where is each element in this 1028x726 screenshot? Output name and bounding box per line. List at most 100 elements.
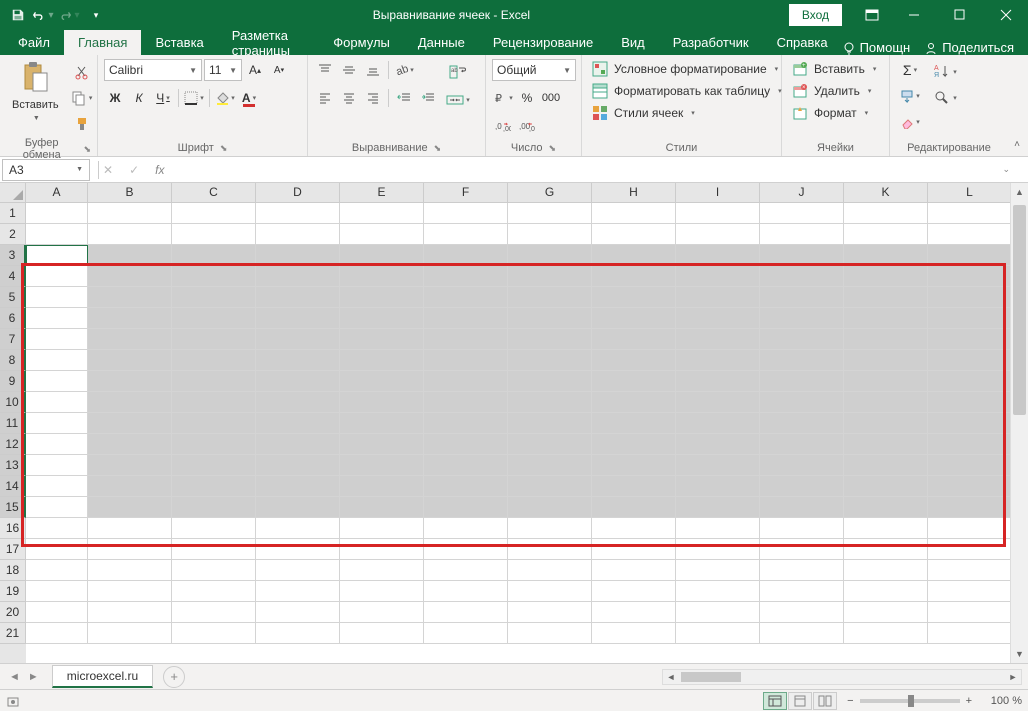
cell[interactable] xyxy=(676,413,760,434)
cell[interactable] xyxy=(340,392,424,413)
cell[interactable] xyxy=(340,350,424,371)
cell[interactable] xyxy=(172,350,256,371)
cell[interactable] xyxy=(592,392,676,413)
fill-color-button[interactable]: ▾ xyxy=(214,87,236,109)
align-middle-button[interactable] xyxy=(338,59,360,81)
cell[interactable] xyxy=(172,413,256,434)
paste-button[interactable]: Вставить ▼ xyxy=(6,59,65,124)
scroll-right-icon[interactable]: ► xyxy=(1005,670,1021,684)
cell[interactable] xyxy=(592,560,676,581)
scroll-thumb-horizontal[interactable] xyxy=(681,672,741,682)
tab-insert[interactable]: Вставка xyxy=(141,30,217,55)
cell[interactable] xyxy=(172,539,256,560)
cell[interactable] xyxy=(592,518,676,539)
cell[interactable] xyxy=(844,203,928,224)
fill-button[interactable]: ▾ xyxy=(896,85,924,107)
cell[interactable] xyxy=(340,329,424,350)
cell[interactable] xyxy=(340,308,424,329)
cell[interactable] xyxy=(592,350,676,371)
cell[interactable] xyxy=(760,350,844,371)
cell[interactable] xyxy=(26,476,88,497)
cell[interactable] xyxy=(424,497,508,518)
cell[interactable] xyxy=(928,560,1012,581)
cell[interactable] xyxy=(676,434,760,455)
cell[interactable] xyxy=(676,623,760,644)
cell[interactable] xyxy=(844,392,928,413)
tab-formulas[interactable]: Формулы xyxy=(319,30,404,55)
cell[interactable] xyxy=(340,518,424,539)
select-all-button[interactable] xyxy=(0,183,26,203)
cell[interactable] xyxy=(424,371,508,392)
cell[interactable] xyxy=(256,455,340,476)
cell[interactable] xyxy=(508,413,592,434)
tab-help[interactable]: Справка xyxy=(763,30,842,55)
cell[interactable] xyxy=(676,224,760,245)
accounting-format-button[interactable]: ₽▾ xyxy=(492,87,514,109)
vertical-scrollbar[interactable]: ▲ ▼ xyxy=(1010,183,1028,663)
cell[interactable] xyxy=(592,413,676,434)
cell[interactable] xyxy=(760,371,844,392)
horizontal-scrollbar[interactable]: ◄ ► xyxy=(662,669,1022,685)
cell[interactable] xyxy=(256,497,340,518)
page-break-view-button[interactable] xyxy=(813,692,837,710)
tab-developer[interactable]: Разработчик xyxy=(659,30,763,55)
cell[interactable] xyxy=(26,266,88,287)
normal-view-button[interactable] xyxy=(763,692,787,710)
cell[interactable] xyxy=(26,602,88,623)
cell[interactable] xyxy=(760,203,844,224)
cell[interactable] xyxy=(88,581,172,602)
decrease-font-button[interactable]: A▾ xyxy=(268,59,290,81)
cell[interactable] xyxy=(676,203,760,224)
cell[interactable] xyxy=(424,308,508,329)
cut-button[interactable] xyxy=(71,61,93,83)
cell[interactable] xyxy=(592,266,676,287)
format-cells-button[interactable]: Формат▾ xyxy=(788,103,872,123)
cell[interactable] xyxy=(256,539,340,560)
cell[interactable] xyxy=(88,434,172,455)
cell[interactable] xyxy=(676,602,760,623)
insert-cells-button[interactable]: +Вставить▾ xyxy=(788,59,880,79)
cell[interactable] xyxy=(508,434,592,455)
tab-review[interactable]: Рецензирование xyxy=(479,30,607,55)
cell[interactable] xyxy=(844,497,928,518)
column-header[interactable]: G xyxy=(508,183,592,203)
cell[interactable] xyxy=(676,497,760,518)
cell[interactable] xyxy=(172,308,256,329)
font-name-combo[interactable]: Calibri▼ xyxy=(104,59,202,81)
cell[interactable] xyxy=(340,581,424,602)
cell[interactable] xyxy=(760,287,844,308)
row-header[interactable]: 12 xyxy=(0,434,26,455)
row-header[interactable]: 3 xyxy=(0,245,26,266)
cell[interactable] xyxy=(172,224,256,245)
save-icon[interactable] xyxy=(6,3,30,27)
cell[interactable] xyxy=(26,371,88,392)
cell[interactable] xyxy=(760,224,844,245)
cell[interactable] xyxy=(424,203,508,224)
cell[interactable] xyxy=(676,476,760,497)
column-header[interactable]: K xyxy=(844,183,928,203)
cell[interactable] xyxy=(340,497,424,518)
cell[interactable] xyxy=(88,497,172,518)
cell[interactable] xyxy=(844,245,928,266)
cell[interactable] xyxy=(928,266,1012,287)
cell[interactable] xyxy=(508,497,592,518)
cell[interactable] xyxy=(172,266,256,287)
column-header[interactable]: I xyxy=(676,183,760,203)
cell[interactable] xyxy=(256,434,340,455)
signin-button[interactable]: Вход xyxy=(789,4,842,26)
italic-button[interactable]: К xyxy=(128,87,150,109)
number-dialog-icon[interactable]: ⬊ xyxy=(549,143,557,154)
cell[interactable] xyxy=(760,413,844,434)
cell[interactable] xyxy=(424,455,508,476)
cell[interactable] xyxy=(760,518,844,539)
decrease-decimal-button[interactable]: ,00,0 xyxy=(516,115,538,137)
cell[interactable] xyxy=(928,413,1012,434)
cell[interactable] xyxy=(424,413,508,434)
cell[interactable] xyxy=(26,539,88,560)
cell[interactable] xyxy=(928,392,1012,413)
cell[interactable] xyxy=(256,329,340,350)
cell[interactable] xyxy=(508,560,592,581)
cell[interactable] xyxy=(340,434,424,455)
sheet-prev-icon[interactable]: ◄ xyxy=(6,671,23,683)
cell[interactable] xyxy=(676,518,760,539)
